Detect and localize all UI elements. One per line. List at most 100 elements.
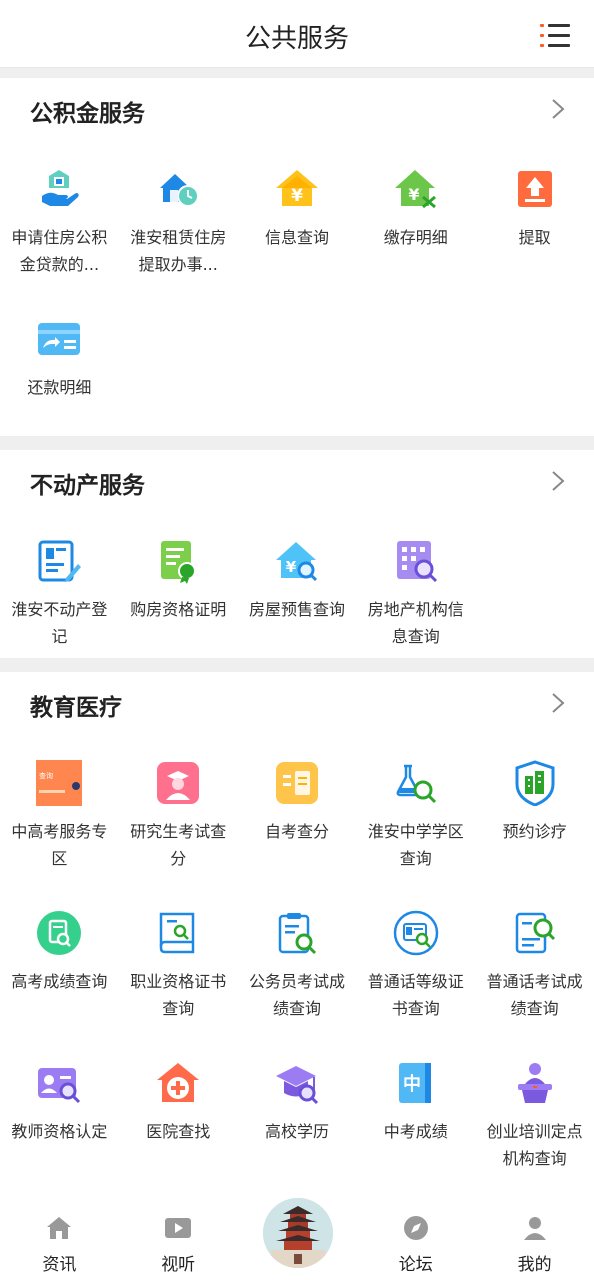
service-label: 中高考服务专区 <box>11 822 108 868</box>
service-item[interactable]: 高校学历 <box>238 1060 357 1210</box>
service-item[interactable]: 高考成绩查询 <box>0 910 119 1060</box>
service-grid: 淮安不动产登记 购房资格证明 ¥ 房屋预售查询 房地产机构信息查询 <box>0 510 594 688</box>
section-education-medical: 教育医疗 查询 中高考服务专区 研究生考试查分 自考查分 淮安中学学区查询 预约… <box>0 672 594 1196</box>
service-item[interactable]: 自考查分 <box>238 760 357 910</box>
nav-label: 论坛 <box>398 1255 433 1275</box>
service-label: 医院查找 <box>146 1122 211 1141</box>
pagoda-logo-icon <box>262 1198 333 1268</box>
service-item[interactable]: 房地产机构信息查询 <box>356 538 475 688</box>
nav-item-video[interactable]: 视听 <box>119 1196 238 1280</box>
book-zhong-icon: 中 <box>398 1063 431 1103</box>
service-label: 淮安不动产登记 <box>11 600 108 646</box>
service-label: 高考成绩查询 <box>11 972 108 991</box>
nav-item-news[interactable]: 资讯 <box>0 1196 119 1280</box>
hand-house-icon <box>42 170 80 206</box>
circle-document-icon <box>37 911 82 955</box>
service-label: 信息查询 <box>264 228 329 247</box>
book-search-icon <box>159 912 195 954</box>
service-item[interactable]: 提取 <box>475 166 594 316</box>
service-label: 淮安租赁住房提取办事... <box>130 228 227 274</box>
service-item[interactable]: 研究生考试查分 <box>119 760 238 910</box>
service-item[interactable]: 教师资格认定 <box>0 1060 119 1210</box>
section-title: 教育医疗 <box>30 695 122 721</box>
service-item[interactable]: 医院查找 <box>119 1060 238 1210</box>
service-label: 中考成绩 <box>383 1122 448 1141</box>
bottom-nav: 资讯 视听 论坛 我的 <box>0 1196 594 1280</box>
svg-text:¥: ¥ <box>291 186 303 206</box>
service-item[interactable]: ¥ 缴存明细 <box>356 166 475 316</box>
chevron-right-icon[interactable] <box>550 98 566 120</box>
section-header[interactable]: 教育医疗 <box>0 672 594 732</box>
service-label: 淮安中学学区查询 <box>367 822 464 868</box>
house-yen-icon: ¥ <box>275 170 318 206</box>
exam-banner-icon: 查询 <box>36 760 83 806</box>
service-item[interactable]: ¥ 信息查询 <box>238 166 357 316</box>
house-transfer-icon: ¥ <box>394 170 436 209</box>
service-label: 教师资格认定 <box>11 1122 108 1141</box>
service-item[interactable]: 普通话等级证书查询 <box>356 910 475 1060</box>
nav-label: 资讯 <box>42 1255 77 1275</box>
service-item[interactable]: 创业培训定点机构查询 <box>475 1060 594 1210</box>
service-grid: 申请住房公积金贷款的... 淮安租赁住房提取办事... ¥ 信息查询 ¥ 缴存明… <box>0 138 594 466</box>
nav-label: 视听 <box>161 1255 196 1275</box>
svg-text:查询: 查询 <box>39 771 53 780</box>
mortarboard-icon <box>275 1066 319 1105</box>
section-title: 公积金服务 <box>30 101 145 127</box>
section-provident-fund: 公积金服务 申请住房公积金贷款的... 淮安租赁住房提取办事... ¥ 信息查询… <box>0 78 594 436</box>
service-item[interactable]: 预约诊疗 <box>475 760 594 910</box>
nav-item-mine[interactable]: 我的 <box>475 1196 594 1280</box>
service-grid: 查询 中高考服务专区 研究生考试查分 自考查分 淮安中学学区查询 预约诊疗 高考… <box>0 732 594 1210</box>
service-item[interactable]: 公务员考试成绩查询 <box>238 910 357 1060</box>
chevron-right-icon[interactable] <box>550 692 566 714</box>
home-icon <box>47 1217 72 1239</box>
graduate-icon <box>157 762 200 804</box>
service-label: 普通话考试成绩查询 <box>486 972 583 1018</box>
house-clock-icon <box>160 174 200 207</box>
service-label: 研究生考试查分 <box>130 822 227 868</box>
service-label: 还款明细 <box>27 378 92 397</box>
svg-text:¥: ¥ <box>408 185 419 204</box>
service-item[interactable]: 职业资格证书查询 <box>119 910 238 1060</box>
chevron-right-icon[interactable] <box>550 470 566 492</box>
compass-icon <box>403 1216 428 1240</box>
house-search-icon: ¥ <box>275 542 318 582</box>
document-edit-icon <box>38 540 82 582</box>
service-item[interactable]: 淮安租赁住房提取办事... <box>119 166 238 316</box>
list-card-icon <box>275 762 318 804</box>
card-transfer-icon <box>38 323 81 355</box>
service-item[interactable]: 淮安中学学区查询 <box>356 760 475 910</box>
upload-icon <box>517 171 552 207</box>
service-item[interactable]: 购房资格证明 <box>119 538 238 688</box>
section-header[interactable]: 公积金服务 <box>0 78 594 138</box>
id-card-search-icon <box>393 910 439 956</box>
svg-text:中: 中 <box>403 1073 421 1095</box>
service-item[interactable]: 申请住房公积金贷款的... <box>0 166 119 316</box>
nav-item-home-logo[interactable] <box>238 1196 357 1280</box>
service-item[interactable]: 还款明细 <box>0 316 119 466</box>
service-label: 房屋预售查询 <box>248 600 345 619</box>
svg-text:¥: ¥ <box>286 558 297 576</box>
service-item[interactable]: 普通话考试成绩查询 <box>475 910 594 1060</box>
service-item[interactable]: 查询 中高考服务专区 <box>0 760 119 910</box>
section-header[interactable]: 不动产服务 <box>0 450 594 510</box>
service-label: 房地产机构信息查询 <box>367 600 464 646</box>
exam-doc-search-icon <box>515 912 555 954</box>
service-label: 普通话等级证书查询 <box>367 972 464 1018</box>
service-label: 预约诊疗 <box>502 822 567 841</box>
user-icon <box>523 1217 546 1240</box>
service-label: 购房资格证明 <box>130 600 227 619</box>
service-item[interactable]: 中 中考成绩 <box>356 1060 475 1210</box>
service-label: 提取 <box>518 228 551 247</box>
service-label: 公务员考试成绩查询 <box>248 972 345 1018</box>
service-item[interactable]: ¥ 房屋预售查询 <box>238 538 357 688</box>
service-label: 职业资格证书查询 <box>130 972 227 1018</box>
clipboard-search-icon <box>278 913 317 955</box>
flask-search-icon <box>396 764 436 804</box>
service-label: 缴存明细 <box>383 228 448 247</box>
service-item[interactable]: 淮安不动产登记 <box>0 538 119 688</box>
certificate-icon <box>161 541 197 584</box>
video-icon <box>165 1218 192 1238</box>
list-menu-icon[interactable] <box>540 24 572 48</box>
teacher-card-icon <box>38 1068 81 1104</box>
nav-item-forum[interactable]: 论坛 <box>356 1196 475 1280</box>
